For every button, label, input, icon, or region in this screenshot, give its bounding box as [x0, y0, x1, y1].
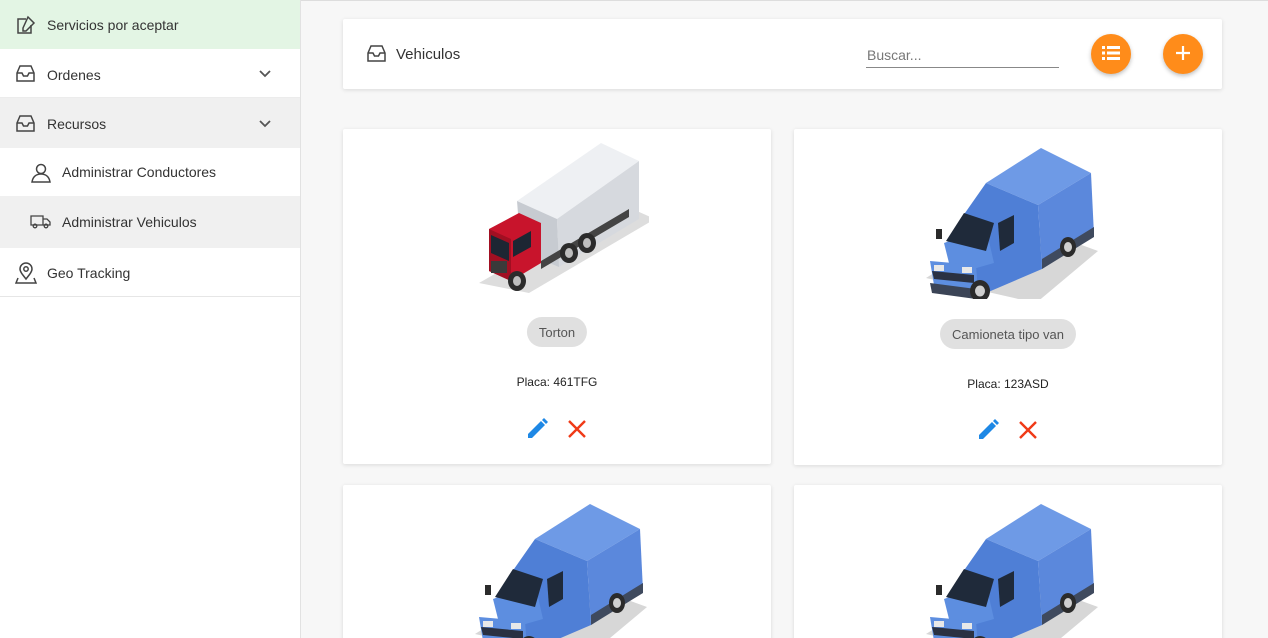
- sidebar: Servicios por aceptar Ordenes Recursos A…: [0, 0, 301, 638]
- delete-button[interactable]: [563, 415, 591, 443]
- van-image: [475, 504, 647, 638]
- plate-value: 461TFG: [553, 375, 598, 389]
- van-image: [926, 504, 1098, 638]
- vehicle-card: [794, 485, 1222, 638]
- vehicle-plate: Placa: 123ASD: [794, 377, 1222, 391]
- sidebar-item-administrar-vehiculos[interactable]: Administrar Vehiculos: [0, 196, 300, 248]
- vehicle-type-chip: Camioneta tipo van: [939, 319, 1077, 349]
- user-icon: [30, 162, 52, 184]
- edit-button[interactable]: [974, 416, 1002, 444]
- truck-image: [479, 143, 649, 293]
- close-icon: [568, 420, 586, 438]
- add-vehicle-button[interactable]: [1163, 34, 1203, 74]
- sidebar-item-ordenes[interactable]: Ordenes: [0, 49, 300, 98]
- vehicle-card: Torton Placa: 461TFG: [343, 129, 771, 464]
- sidebar-item-geo-tracking[interactable]: Geo Tracking: [0, 248, 300, 297]
- list-icon: [1102, 45, 1120, 64]
- vehicle-plate: Placa: 461TFG: [343, 375, 771, 389]
- close-icon: [1019, 421, 1037, 439]
- sidebar-item-label: Servicios por aceptar: [47, 17, 179, 33]
- sidebar-item-administrar-conductores[interactable]: Administrar Conductores: [0, 148, 300, 196]
- divider: [301, 0, 1268, 1]
- edit-icon: [15, 14, 37, 36]
- sidebar-item-label: Administrar Vehiculos: [62, 214, 197, 230]
- plate-label: Placa:: [516, 375, 550, 389]
- plate-value: 123ASD: [1004, 377, 1049, 391]
- inbox-icon: [366, 44, 387, 68]
- plate-label: Placa:: [967, 377, 1001, 391]
- inbox-icon: [15, 114, 36, 133]
- sidebar-item-label: Recursos: [47, 116, 107, 132]
- vehicle-card: [343, 485, 771, 638]
- vehicle-card: Camioneta tipo van Placa: 123ASD: [794, 129, 1222, 465]
- sidebar-item-servicios-por-aceptar[interactable]: Servicios por aceptar: [0, 0, 300, 49]
- truck-icon: [30, 213, 52, 229]
- sidebar-item-label: Geo Tracking: [47, 265, 131, 281]
- edit-button[interactable]: [523, 415, 551, 443]
- list-view-button[interactable]: [1091, 34, 1131, 74]
- pencil-icon: [528, 418, 548, 438]
- page-title: Vehiculos: [396, 46, 461, 63]
- delete-button[interactable]: [1014, 416, 1042, 444]
- pencil-icon: [979, 419, 999, 439]
- sidebar-item-recursos[interactable]: Recursos: [0, 98, 300, 148]
- inbox-icon: [15, 64, 36, 83]
- van-image: [926, 148, 1098, 299]
- sidebar-item-label: Ordenes: [47, 67, 101, 83]
- plus-icon: [1174, 44, 1192, 65]
- search-input[interactable]: [866, 42, 1059, 68]
- map-pin-icon: [15, 262, 37, 284]
- page-header: Vehiculos: [343, 19, 1222, 89]
- chevron-down-icon[interactable]: [258, 67, 272, 83]
- chevron-down-icon[interactable]: [258, 117, 272, 133]
- vehicle-type-chip: Torton: [526, 317, 588, 347]
- sidebar-item-label: Administrar Conductores: [62, 164, 217, 180]
